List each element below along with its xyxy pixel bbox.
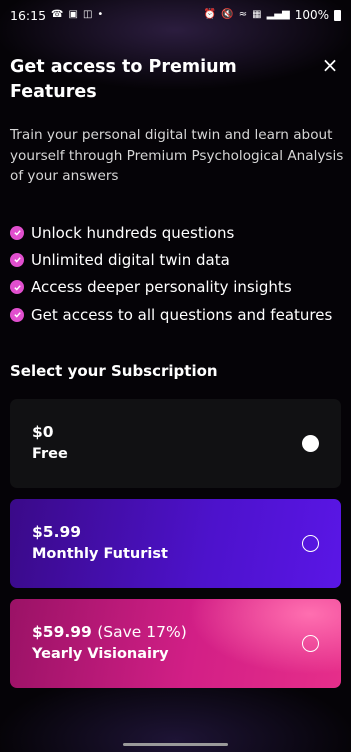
feature-text: Get access to all questions and features [31,305,333,324]
status-bar-left: 16:15 ☎ ▣ ◫ • [10,8,103,23]
battery-icon [334,9,341,21]
feature-text: Unlock hundreds questions [31,223,235,242]
plan-price: $59.99 (Save 17%) [32,621,341,643]
status-bar: 16:15 ☎ ▣ ◫ • ⏰ 🔇 ≈ ▦ ▂▄▆ 100% [0,0,351,30]
status-bar-right: ⏰ 🔇 ≈ ▦ ▂▄▆ 100% [204,8,341,22]
feature-item: Get access to all questions and features [10,301,350,328]
plan-price: $0 [32,421,341,443]
subscription-title: Select your Subscription [10,362,218,380]
plan-card-monthly[interactable]: $5.99 Monthly Futurist [10,499,341,588]
plan-name: Free [32,446,68,462]
description: Train your personal digital twin and lea… [10,127,344,184]
check-icon [10,252,24,267]
feature-text: Unlimited digital twin data [31,250,230,269]
plan-radio-selected[interactable] [302,435,319,452]
message-icon: ◫ [82,9,93,20]
page-title: Get access to Premium Features [10,57,237,102]
image-icon: ▣ [68,9,78,20]
plan-name: Monthly Futurist [32,546,168,562]
check-icon [10,225,24,240]
battery-percent: 100% [294,8,329,22]
wifi-icon: ≈ [238,9,248,20]
feature-list: Unlock hundreds questions Unlimited digi… [10,219,350,328]
plan-price: $5.99 [32,521,341,543]
plan-price-value: $5.99 [32,523,82,541]
close-button[interactable]: × [320,53,340,77]
feature-item: Unlock hundreds questions [10,219,350,246]
plan-card-free[interactable]: $0 Free [10,399,341,488]
feature-item: Unlimited digital twin data [10,246,350,273]
whatsapp-icon: ☎ [51,9,64,20]
status-time: 16:15 [10,7,47,23]
plan-radio[interactable] [302,635,319,652]
check-icon [10,280,24,295]
plan-card-yearly[interactable]: $59.99 (Save 17%) Yearly Visionairy [10,599,341,688]
plan-price-value: $0 [32,423,54,441]
plan-radio[interactable] [302,535,319,552]
plan-price-value: $59.99 [32,623,92,641]
signal-icon: ▂▄▆ [266,9,290,20]
close-icon: × [321,53,339,77]
check-icon [10,307,24,322]
mute-icon: 🔇 [221,9,234,20]
dot-icon: • [97,9,104,20]
volte-icon: ▦ [252,9,262,20]
feature-item: Access deeper personality insights [10,274,350,301]
plan-save-text: (Save 17%) [97,623,187,641]
home-indicator[interactable] [123,743,228,746]
alarm-icon: ⏰ [203,9,217,20]
plan-name: Yearly Visionairy [32,646,169,662]
feature-text: Access deeper personality insights [31,278,292,297]
